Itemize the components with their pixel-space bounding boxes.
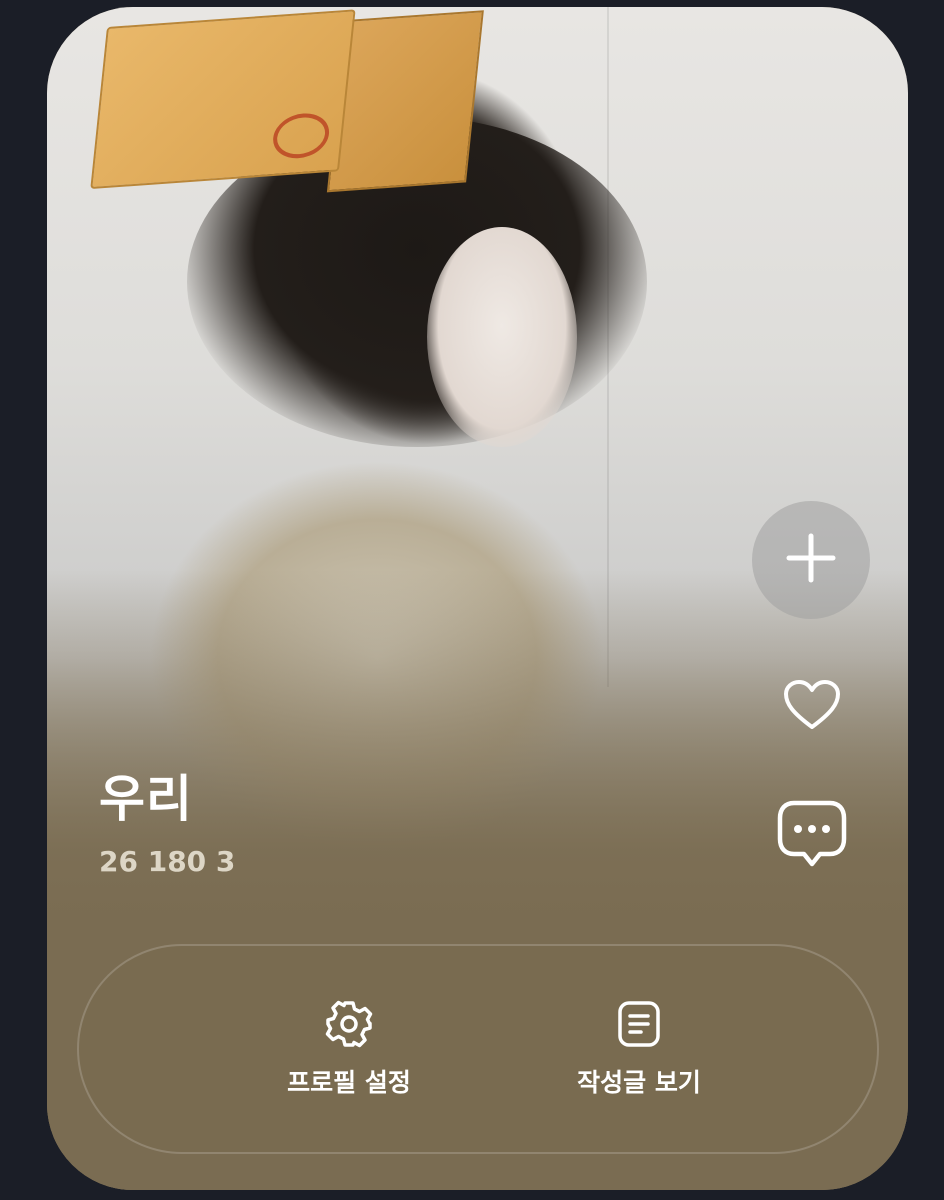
photo-book xyxy=(89,7,484,199)
stat-value: 3 xyxy=(215,845,236,878)
document-icon xyxy=(616,999,662,1049)
plus-icon xyxy=(783,530,839,590)
add-button[interactable] xyxy=(752,501,870,619)
chat-bubble-icon xyxy=(776,799,848,873)
view-posts-button[interactable]: 작성글 보기 xyxy=(489,946,789,1152)
gear-icon xyxy=(324,999,374,1049)
heart-icon xyxy=(783,679,841,735)
stat-value: 26 xyxy=(99,845,138,878)
like-button[interactable] xyxy=(780,677,844,737)
chat-button[interactable] xyxy=(774,799,850,873)
stat-value: 180 xyxy=(147,845,207,878)
profile-name: 우리 xyxy=(99,770,193,828)
profile-stats: 26 180 3 xyxy=(99,845,235,878)
profile-card: 우리 26 180 3 프로필 설정 작성글 보기 xyxy=(47,7,908,1190)
view-posts-label: 작성글 보기 xyxy=(577,1068,701,1097)
photo-face xyxy=(427,227,577,447)
profile-settings-button[interactable]: 프로필 설정 xyxy=(219,946,479,1152)
action-bar: 프로필 설정 작성글 보기 xyxy=(77,944,879,1154)
profile-settings-label: 프로필 설정 xyxy=(287,1068,411,1097)
